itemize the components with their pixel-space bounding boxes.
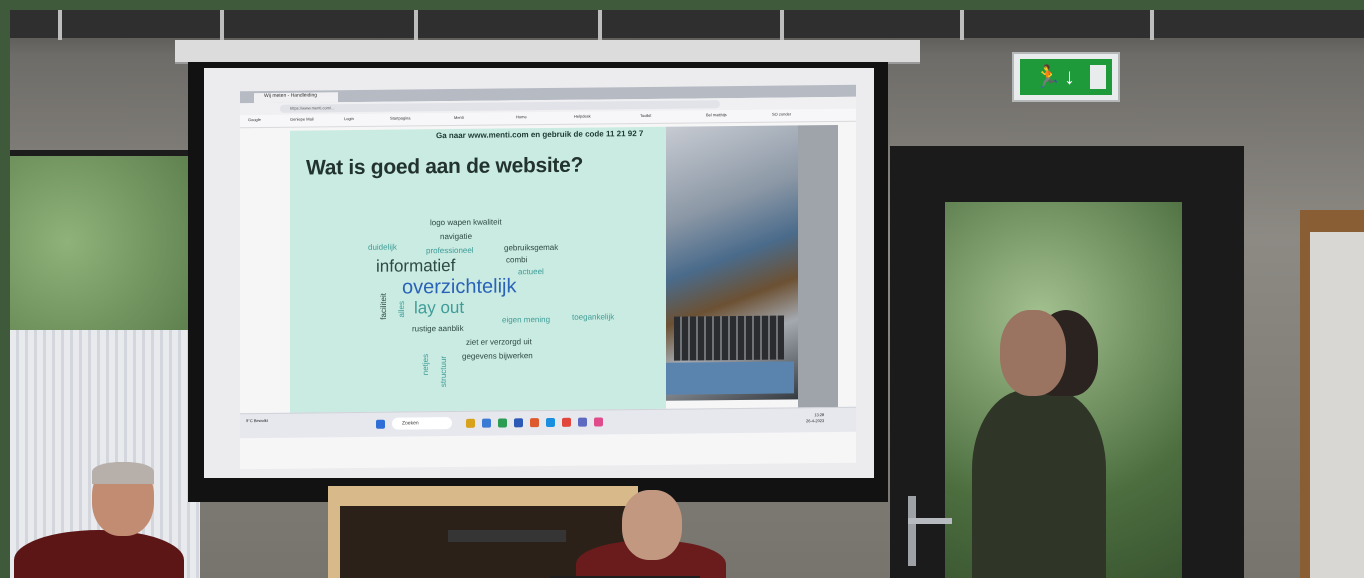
slide-question: Wat is goed aan de website?	[306, 153, 584, 180]
laptop-keyboard	[674, 315, 784, 361]
ceiling-beam	[780, 10, 784, 40]
ceiling-beam	[960, 10, 964, 40]
word-cloud-word: faciliteit	[379, 292, 388, 320]
ceiling-beam	[58, 10, 62, 40]
windows-taskbar: 9°C Bewolkt Zoeken 13:28 26-4-2023	[240, 406, 856, 439]
chrome-icon[interactable]	[562, 417, 571, 427]
word-cloud-word: alles	[397, 301, 406, 318]
projected-desktop: Wij meten - Handleiding https://www.ment…	[240, 84, 856, 470]
dvd-player	[448, 530, 566, 542]
bookmark-item[interactable]: Login	[344, 116, 354, 121]
bookmark-item[interactable]: Google	[248, 117, 261, 122]
windows-start-icon[interactable]	[376, 419, 385, 429]
adjacent-room	[1310, 232, 1364, 578]
bookmark-item[interactable]: Home	[516, 114, 527, 119]
screen-housing	[175, 40, 920, 64]
ceiling-beam	[220, 10, 224, 40]
scene: Wij meten - Handleiding https://www.ment…	[10, 10, 1364, 578]
weather-widget[interactable]: 9°C Bewolkt	[246, 418, 268, 424]
standing-woman	[972, 390, 1106, 578]
mail-icon[interactable]	[482, 418, 491, 428]
standing-woman-face	[1000, 310, 1066, 396]
taskbar-clock: 13:28 26-4-2023	[806, 412, 824, 424]
bookmark-item[interactable]: SO zonder	[772, 111, 791, 116]
emergency-exit-sign: 🏃 ↓	[1012, 52, 1120, 102]
word-cloud-word: logo wapen kwaliteit	[430, 217, 502, 228]
ceiling	[10, 10, 1364, 38]
exit-sign-panel: 🏃 ↓	[1020, 59, 1112, 95]
down-arrow-icon: ↓	[1064, 64, 1075, 89]
laptop-photo	[666, 125, 798, 401]
word-cloud-word: eigen mening	[502, 314, 551, 325]
word-cloud-word: overzichtelijk	[402, 275, 517, 299]
word-cloud-word: toegankelijk	[572, 312, 615, 322]
word-cloud-word: navigatie	[440, 231, 473, 242]
bookmark-item[interactable]: Toolkit	[640, 113, 651, 118]
ceiling-beam	[1150, 10, 1154, 40]
bookmark-item[interactable]: Startpagina	[390, 115, 410, 120]
door-handle	[908, 496, 916, 566]
mentimeter-slide: Ga naar www.menti.com en gebruik de code…	[290, 126, 666, 413]
word-icon[interactable]	[514, 418, 523, 428]
edge-icon[interactable]	[546, 417, 555, 428]
word-cloud-word: combi	[506, 255, 528, 265]
ceiling-beam	[598, 10, 602, 40]
bookmark-item[interactable]: Helpdesk	[574, 114, 591, 119]
powerpoint-icon[interactable]	[530, 418, 539, 428]
seated-man-left-hair	[92, 462, 154, 484]
word-cloud-word: professioneel	[426, 245, 474, 256]
running-man-icon: 🏃	[1034, 64, 1062, 89]
word-cloud-word: rustige aanblik	[412, 323, 464, 334]
app-icon[interactable]	[594, 417, 603, 427]
taskbar-search[interactable]: Zoeken	[392, 417, 452, 430]
word-cloud-word: netjes	[421, 353, 430, 376]
word-cloud-word: ziet er verzorgd uit	[466, 337, 532, 347]
bookmark-item[interactable]: Geniepe Mail	[290, 116, 314, 121]
door-lever	[908, 518, 952, 524]
word-cloud-word: lay out	[414, 297, 465, 318]
teams-icon[interactable]	[578, 417, 587, 427]
ceiling-beam	[414, 10, 418, 40]
word-cloud-word: structuur	[439, 355, 448, 388]
word-cloud-word: actueel	[518, 267, 544, 277]
door-symbol	[1090, 65, 1106, 89]
word-cloud-word: duidelijk	[368, 242, 397, 252]
slide-side-panel	[798, 124, 838, 416]
word-cloud-word: gegevens bijwerken	[462, 351, 533, 361]
laptop-screen	[666, 361, 794, 395]
seated-man-center-head	[622, 490, 682, 560]
bookmark-item[interactable]: Menti	[454, 115, 464, 120]
excel-icon[interactable]	[498, 418, 507, 428]
file-explorer-icon[interactable]	[466, 418, 475, 428]
join-instruction: Ga naar www.menti.com en gebruik de code…	[436, 129, 644, 141]
clock-date: 26-4-2023	[806, 418, 825, 424]
word-cloud-word: gebruiksgemak	[504, 242, 559, 253]
word-cloud-word: informatief	[376, 255, 456, 276]
bookmark-item[interactable]: Bel matthijs	[706, 112, 727, 117]
